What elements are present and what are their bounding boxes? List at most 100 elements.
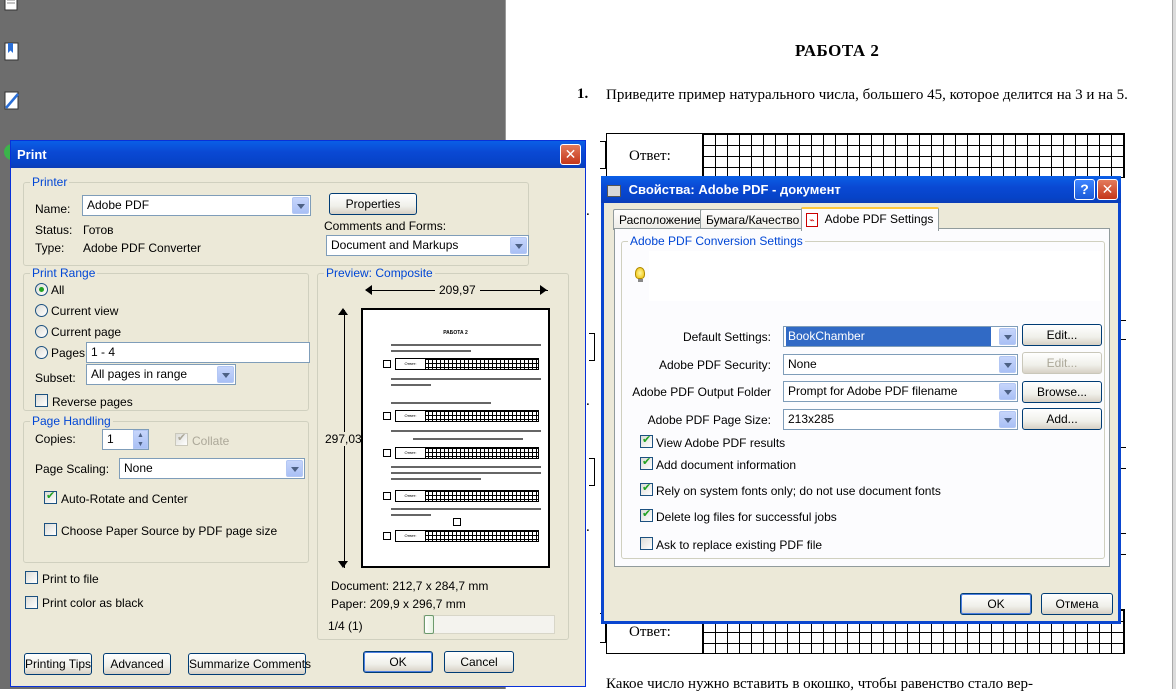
range-current-page-label[interactable]: Current page xyxy=(51,325,121,339)
view-results-checkbox[interactable] xyxy=(640,433,653,448)
thumb-title: РАБОТА 2 xyxy=(443,330,468,336)
browse-button[interactable]: Browse... xyxy=(1022,381,1102,403)
close-button[interactable]: ✕ xyxy=(1097,179,1118,200)
props-cancel-button[interactable]: Отмена xyxy=(1041,593,1113,615)
help-button[interactable]: ? xyxy=(1074,179,1095,200)
range-all-radio[interactable] xyxy=(35,283,48,296)
page-scaling-value: None xyxy=(124,461,153,475)
range-current-view-radio[interactable] xyxy=(35,304,48,317)
thumb-answer-label: Ответ: xyxy=(396,359,426,369)
comments-forms-select[interactable]: Document and Markups xyxy=(326,235,529,256)
doc-bracket xyxy=(589,333,595,361)
page-size-label: Adobe PDF Page Size: xyxy=(647,413,771,427)
delete-logs-checkbox[interactable] xyxy=(640,507,653,522)
range-current-view-label[interactable]: Current view xyxy=(51,304,118,318)
properties-button[interactable]: Properties xyxy=(329,193,417,215)
ok-button[interactable]: OK xyxy=(363,651,433,673)
paper-source-checkbox[interactable] xyxy=(44,523,57,536)
page-shadow xyxy=(1172,0,1176,689)
chevron-down-icon[interactable] xyxy=(217,366,234,383)
preview-height-label: 297,03 xyxy=(325,432,362,446)
document-size-label: Document: 212,7 x 284,7 mm xyxy=(331,579,489,593)
copies-stepper[interactable]: ▲ ▼ xyxy=(133,430,148,449)
properties-dialog: Свойства: Adobe PDF - документ ? ✕ Распо… xyxy=(601,176,1121,624)
properties-titlebar[interactable]: Свойства: Adobe PDF - документ ? ✕ xyxy=(601,176,1121,203)
copies-value: 1 xyxy=(107,432,114,446)
conversion-settings-title: Adobe PDF Conversion Settings xyxy=(628,234,805,248)
print-range-title: Print Range xyxy=(30,266,98,280)
range-all-label[interactable]: All xyxy=(51,283,64,297)
printer-status-value: Готов xyxy=(83,223,114,237)
pages-input[interactable]: 1 - 4 xyxy=(86,342,310,363)
chevron-down-icon[interactable] xyxy=(999,383,1016,400)
paper-source-label[interactable]: Choose Paper Source by PDF page size xyxy=(61,524,277,538)
reverse-pages-label[interactable]: Reverse pages xyxy=(52,395,133,409)
chevron-down-icon[interactable] xyxy=(999,328,1016,345)
tab-adobe-pdf-settings[interactable]: ⌁ Adobe PDF Settings xyxy=(801,207,940,231)
print-dialog-titlebar[interactable]: Print ✕ xyxy=(11,141,585,168)
edit-security-button[interactable]: Edit... xyxy=(1022,352,1102,374)
answer-label: Ответ: xyxy=(629,148,671,164)
range-current-page-radio[interactable] xyxy=(35,325,48,338)
system-fonts-checkbox[interactable] xyxy=(640,481,653,496)
pages-icon[interactable] xyxy=(2,0,22,16)
output-folder-select[interactable]: Prompt for Adobe PDF filename xyxy=(783,381,1018,402)
doc-bullet: . xyxy=(586,203,590,219)
tab-adobe-pdf-settings-label: Adobe PDF Settings xyxy=(824,212,934,226)
arrow-right-icon xyxy=(540,285,547,295)
print-to-file-label[interactable]: Print to file xyxy=(42,572,99,586)
subset-select[interactable]: All pages in range xyxy=(86,364,236,385)
answer-box: Ответ: xyxy=(606,133,1125,178)
print-color-black-checkbox[interactable] xyxy=(25,596,38,609)
thumb-answer-label: Ответ: xyxy=(396,411,426,421)
collate-checkbox[interactable] xyxy=(175,431,188,446)
cancel-button[interactable]: Cancel xyxy=(444,651,514,673)
delete-logs-label[interactable]: Delete log files for successful jobs xyxy=(656,510,837,524)
add-doc-info-checkbox[interactable] xyxy=(640,455,653,470)
edit-default-settings-button[interactable]: Edit... xyxy=(1022,324,1102,346)
ask-replace-checkbox[interactable] xyxy=(640,537,653,550)
system-fonts-label[interactable]: Rely on system fonts only; do not use do… xyxy=(656,484,941,498)
print-to-file-checkbox[interactable] xyxy=(25,571,38,584)
printer-icon xyxy=(607,184,621,197)
range-pages-label[interactable]: Pages xyxy=(51,346,85,360)
pdf-security-select[interactable]: None xyxy=(783,354,1018,375)
chevron-down-icon[interactable] xyxy=(999,356,1016,373)
tab-layout[interactable]: Расположение xyxy=(613,209,707,230)
chevron-down-icon[interactable] xyxy=(286,460,303,477)
page-size-select[interactable]: 213x285 xyxy=(783,409,1018,430)
signatures-icon[interactable] xyxy=(2,88,22,112)
ask-replace-label[interactable]: Ask to replace existing PDF file xyxy=(656,538,822,552)
advanced-button[interactable]: Advanced xyxy=(103,653,171,675)
reverse-pages-checkbox[interactable] xyxy=(35,394,48,407)
page-scaling-select[interactable]: None xyxy=(119,458,305,479)
summarize-comments-button[interactable]: Summarize Comments xyxy=(188,653,311,675)
chevron-down-icon[interactable] xyxy=(510,237,527,254)
paper-size-label: Paper: 209,9 x 296,7 mm xyxy=(331,597,466,611)
comments-forms-label: Comments and Forms: xyxy=(324,219,447,233)
printer-name-value: Adobe PDF xyxy=(87,198,150,212)
default-settings-select[interactable]: BookChamber xyxy=(783,326,1018,347)
add-page-size-button[interactable]: Add... xyxy=(1022,408,1102,430)
auto-rotate-label[interactable]: Auto-Rotate and Center xyxy=(61,492,188,506)
printing-tips-button[interactable]: Printing Tips xyxy=(24,653,92,675)
print-color-black-label[interactable]: Print color as black xyxy=(42,596,143,610)
doc-bullet: . xyxy=(586,519,590,535)
answer-grid xyxy=(702,134,1124,177)
auto-rotate-checkbox[interactable] xyxy=(44,489,57,504)
props-ok-button[interactable]: OK xyxy=(960,593,1032,615)
add-doc-info-label[interactable]: Add document information xyxy=(656,458,796,472)
page-slider-track[interactable] xyxy=(423,615,555,634)
doc-bracket xyxy=(600,141,606,169)
view-results-label[interactable]: View Adobe PDF results xyxy=(656,436,785,450)
close-icon[interactable]: ✕ xyxy=(560,144,581,165)
answer-label: Ответ: xyxy=(629,624,671,640)
chevron-down-icon[interactable] xyxy=(999,411,1016,428)
comments-forms-value: Document and Markups xyxy=(331,238,459,252)
printer-name-select[interactable]: Adobe PDF xyxy=(82,195,311,216)
range-pages-radio[interactable] xyxy=(35,346,48,359)
tab-paper-quality[interactable]: Бумага/Качество xyxy=(700,209,806,230)
page-slider-thumb[interactable] xyxy=(424,615,434,634)
bookmarks-icon[interactable] xyxy=(2,40,22,64)
chevron-down-icon[interactable] xyxy=(292,197,309,214)
